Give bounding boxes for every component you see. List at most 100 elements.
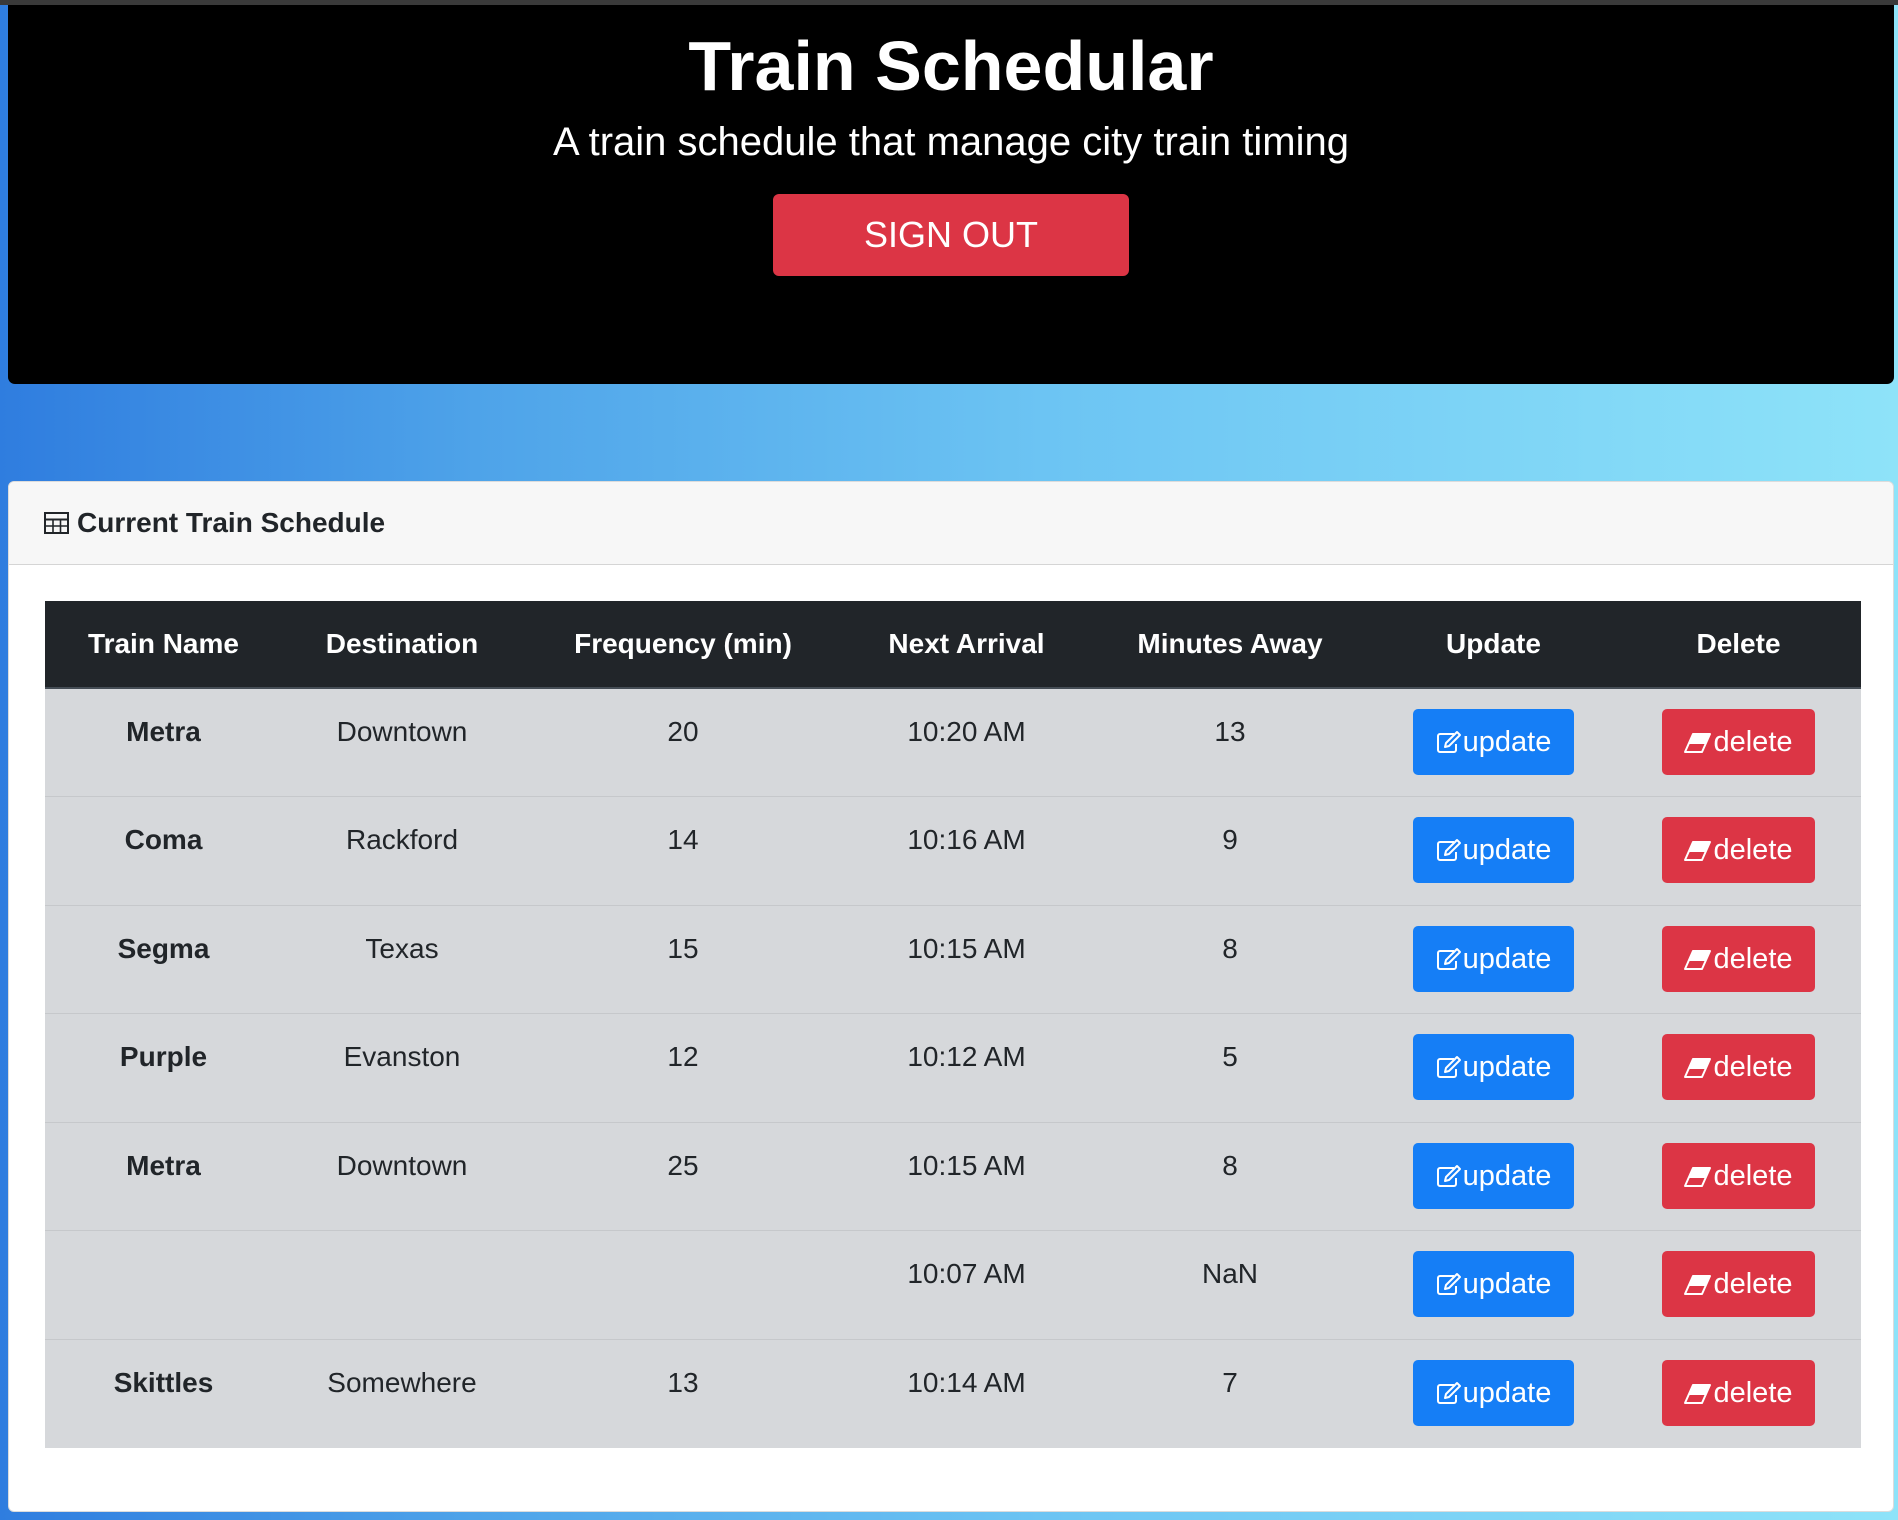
update-button[interactable]: update	[1413, 925, 1574, 992]
frequency-cell: 12	[522, 1013, 844, 1123]
frequency-cell: 14	[522, 796, 844, 906]
edit-icon	[1436, 1273, 1461, 1296]
update-button[interactable]: update	[1413, 1360, 1574, 1427]
minutes-away-cell: 7	[1089, 1339, 1371, 1449]
delete-button[interactable]: delete	[1662, 1142, 1815, 1209]
table-icon	[44, 512, 69, 534]
delete-label: delete	[1713, 1377, 1793, 1410]
minutes-away-cell: 5	[1089, 1013, 1371, 1123]
minutes-away-cell: NaN	[1089, 1230, 1371, 1340]
column-header: Train Name	[45, 601, 282, 689]
delete-cell: delete	[1616, 796, 1861, 906]
eraser-icon	[1684, 1166, 1712, 1187]
delete-cell: delete	[1616, 687, 1861, 797]
page-subtitle: A train schedule that manage city train …	[553, 120, 1349, 164]
update-cell: update	[1371, 904, 1616, 1014]
train-name-cell: Segma	[45, 904, 282, 1014]
eraser-icon	[1684, 1275, 1712, 1296]
column-header: Destination	[282, 601, 522, 689]
train-name-cell: Metra	[45, 1121, 282, 1231]
column-header: Update	[1371, 601, 1616, 689]
destination-cell: Downtown	[282, 687, 522, 797]
train-name-cell	[45, 1230, 282, 1340]
eraser-icon	[1684, 1384, 1712, 1405]
update-cell: update	[1371, 1121, 1616, 1231]
update-cell: update	[1371, 1339, 1616, 1449]
delete-label: delete	[1713, 726, 1793, 758]
update-cell: update	[1371, 687, 1616, 797]
update-button[interactable]: update	[1413, 817, 1574, 884]
delete-label: delete	[1713, 942, 1793, 975]
update-button[interactable]: update	[1413, 1251, 1574, 1318]
edit-icon	[1436, 731, 1461, 753]
delete-button[interactable]: delete	[1662, 817, 1815, 884]
next-arrival-cell: 10:15 AM	[844, 1121, 1089, 1231]
table-row: Coma Rackford 14 10:16 AM 9 update delete	[45, 796, 1861, 906]
update-label: update	[1462, 942, 1552, 975]
eraser-icon	[1684, 1058, 1712, 1079]
header-banner: Train Schedular A train schedule that ma…	[8, 5, 1894, 384]
column-header: Next Arrival	[844, 601, 1089, 689]
delete-label: delete	[1713, 1051, 1793, 1084]
delete-button[interactable]: delete	[1662, 709, 1815, 775]
table-row: Purple Evanston 12 10:12 AM 5 update delete	[45, 1013, 1861, 1123]
edit-icon	[1436, 1056, 1461, 1079]
eraser-icon	[1684, 949, 1712, 970]
delete-button[interactable]: delete	[1662, 1034, 1815, 1101]
next-arrival-cell: 10:07 AM	[844, 1230, 1089, 1340]
column-header: Minutes Away	[1089, 601, 1371, 689]
table-row: Segma Texas 15 10:15 AM 8 update delete	[45, 904, 1861, 1014]
destination-cell: Rackford	[282, 796, 522, 906]
train-name-cell: Metra	[45, 687, 282, 797]
update-button[interactable]: update	[1413, 1034, 1574, 1101]
update-button[interactable]: update	[1413, 709, 1574, 775]
column-header: Delete	[1616, 601, 1861, 689]
table-row: Metra Downtown 20 10:20 AM 13 update delete	[45, 687, 1861, 797]
table-row: 10:07 AM NaN update delete	[45, 1230, 1861, 1340]
minutes-away-cell: 8	[1089, 1121, 1371, 1231]
train-name-cell: Skittles	[45, 1339, 282, 1449]
destination-cell	[282, 1230, 522, 1340]
update-cell: update	[1371, 1013, 1616, 1123]
destination-cell: Somewhere	[282, 1339, 522, 1449]
sign-out-button[interactable]: SIGN OUT	[773, 194, 1129, 276]
frequency-cell	[522, 1230, 844, 1340]
eraser-icon	[1684, 733, 1712, 753]
schedule-card-title: Current Train Schedule	[77, 507, 386, 538]
edit-icon	[1436, 1382, 1461, 1405]
delete-cell: delete	[1616, 1121, 1861, 1231]
delete-button[interactable]: delete	[1662, 1251, 1815, 1318]
update-button[interactable]: update	[1413, 1142, 1574, 1209]
minutes-away-cell: 9	[1089, 796, 1371, 906]
edit-icon	[1436, 839, 1461, 862]
delete-button[interactable]: delete	[1662, 925, 1815, 992]
next-arrival-cell: 10:16 AM	[844, 796, 1089, 906]
update-label: update	[1462, 1159, 1552, 1192]
minutes-away-cell: 13	[1089, 687, 1371, 797]
next-arrival-cell: 10:15 AM	[844, 904, 1089, 1014]
minutes-away-cell: 8	[1089, 904, 1371, 1014]
train-name-cell: Purple	[45, 1013, 282, 1123]
train-name-cell: Coma	[45, 796, 282, 906]
frequency-cell: 20	[522, 687, 844, 797]
schedule-card: Current Train Schedule Train Name Destina…	[8, 481, 1894, 1512]
frequency-cell: 13	[522, 1339, 844, 1449]
edit-icon	[1436, 1164, 1461, 1187]
delete-label: delete	[1713, 1268, 1793, 1301]
table-row: Skittles Somewhere 13 10:14 AM 7 update delete	[45, 1339, 1861, 1449]
table-row: Metra Downtown 25 10:15 AM 8 update delete	[45, 1121, 1861, 1231]
delete-cell: delete	[1616, 904, 1861, 1014]
frequency-cell: 25	[522, 1121, 844, 1231]
delete-label: delete	[1713, 1159, 1793, 1192]
edit-icon	[1436, 947, 1461, 970]
destination-cell: Texas	[282, 904, 522, 1014]
update-label: update	[1462, 1051, 1552, 1084]
delete-button[interactable]: delete	[1662, 1360, 1815, 1427]
delete-cell: delete	[1616, 1339, 1861, 1449]
destination-cell: Evanston	[282, 1013, 522, 1123]
next-arrival-cell: 10:12 AM	[844, 1013, 1089, 1123]
table-header-row: Train Name Destination Frequency (min) Next…	[45, 601, 1861, 689]
update-label: update	[1462, 726, 1552, 758]
page-title: Train Schedular	[688, 27, 1214, 105]
schedule-card-header: Current Train Schedule	[9, 482, 1893, 565]
